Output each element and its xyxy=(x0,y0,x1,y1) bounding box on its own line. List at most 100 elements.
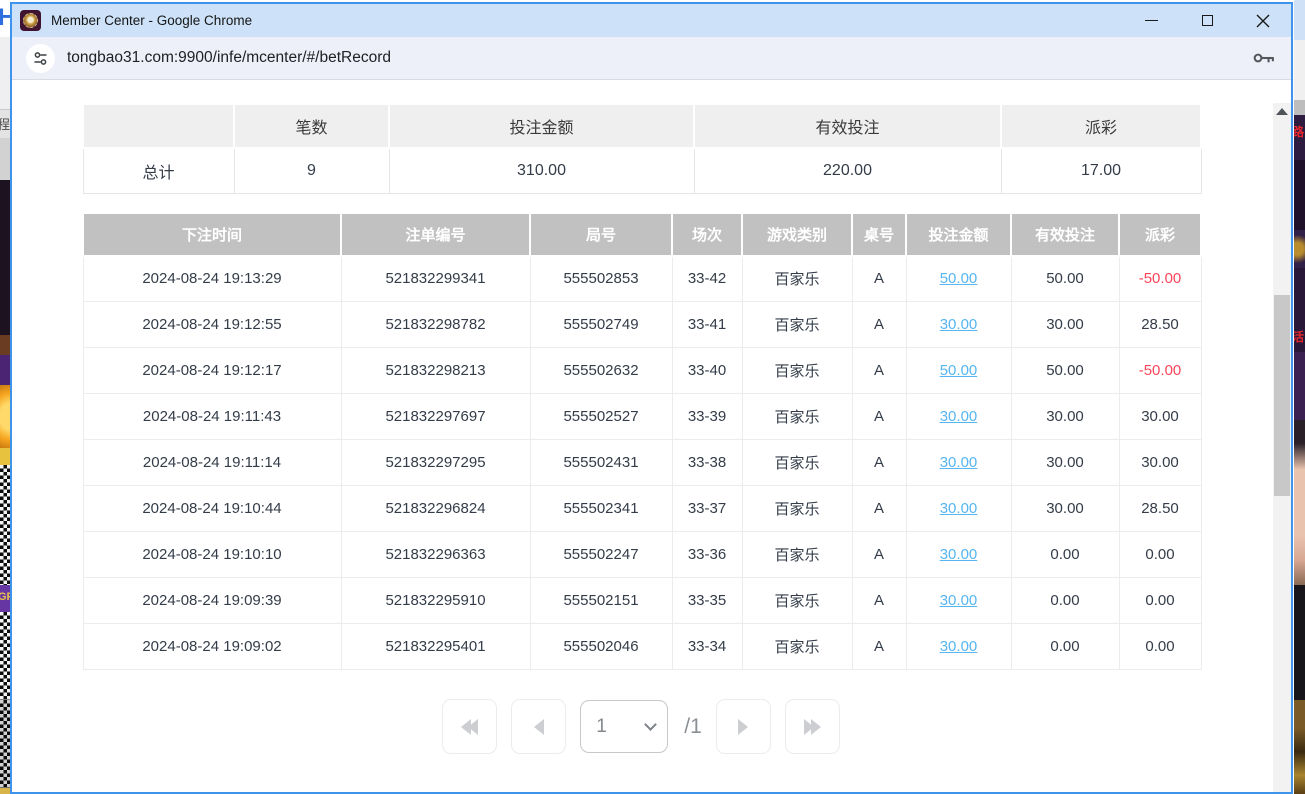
bet-table-body: 2024-08-24 19:13:29521832299341555502853… xyxy=(83,256,1201,670)
session: 33-38 xyxy=(672,440,742,486)
table-number: A xyxy=(852,532,906,578)
url-text[interactable]: tongbao31.com:9900/infe/mcenter/#/betRec… xyxy=(67,49,391,67)
session: 33-39 xyxy=(672,394,742,440)
round-number: 555502853 xyxy=(530,256,672,302)
bet-number: 521832299341 xyxy=(341,256,530,302)
bet-header-cell: 注单编号 xyxy=(341,213,530,256)
bet-time: 2024-08-24 19:09:02 xyxy=(83,624,341,670)
scroll-up-arrow-icon[interactable] xyxy=(1276,108,1288,115)
maximize-button[interactable] xyxy=(1179,4,1235,37)
bet-row: 2024-08-24 19:12:17521832298213555502632… xyxy=(83,348,1201,394)
summary-table: 笔数投注金额有效投注派彩 总计 9 310.00 220.00 17.00 xyxy=(82,103,1202,194)
bet-time: 2024-08-24 19:12:17 xyxy=(83,348,341,394)
bet-amount-link[interactable]: 30.00 xyxy=(906,578,1011,624)
last-page-button[interactable] xyxy=(785,699,840,754)
summary-valid-bet: 220.00 xyxy=(694,148,1001,193)
payout: 0.00 xyxy=(1119,578,1201,624)
game-type: 百家乐 xyxy=(742,348,852,394)
payout: 30.00 xyxy=(1119,440,1201,486)
desktop: H 程 GF 路 活 Member Center - Google Chrome xyxy=(0,0,1305,794)
bet-header-cell: 派彩 xyxy=(1119,213,1201,256)
page-total-label: /1 xyxy=(684,715,702,739)
bet-row: 2024-08-24 19:11:43521832297697555502527… xyxy=(83,394,1201,440)
vertical-scrollbar[interactable] xyxy=(1273,103,1291,794)
site-settings-icon[interactable] xyxy=(26,44,55,73)
game-type: 百家乐 xyxy=(742,440,852,486)
valid-bet: 30.00 xyxy=(1011,302,1119,348)
round-number: 555502632 xyxy=(530,348,672,394)
payout: 0.00 xyxy=(1119,624,1201,670)
next-page-button[interactable] xyxy=(716,699,771,754)
summary-header-cell: 有效投注 xyxy=(694,104,1001,148)
bet-row: 2024-08-24 19:10:44521832296824555502341… xyxy=(83,486,1201,532)
scrollbar-thumb[interactable] xyxy=(1274,295,1290,496)
bet-amount-link[interactable]: 50.00 xyxy=(906,256,1011,302)
table-number: A xyxy=(852,394,906,440)
valid-bet: 0.00 xyxy=(1011,532,1119,578)
bet-amount-link[interactable]: 30.00 xyxy=(906,532,1011,578)
summary-header-cell xyxy=(83,104,234,148)
payout: 28.50 xyxy=(1119,302,1201,348)
double-right-arrow-icon xyxy=(804,719,821,735)
session: 33-42 xyxy=(672,256,742,302)
page-select-wrap: 1 xyxy=(580,700,668,753)
right-arrow-icon xyxy=(738,719,748,735)
bet-amount-link[interactable]: 30.00 xyxy=(906,394,1011,440)
game-type: 百家乐 xyxy=(742,302,852,348)
summary-total-label: 总计 xyxy=(83,148,234,193)
password-key-button[interactable] xyxy=(1251,45,1277,71)
bet-number: 521832297295 xyxy=(341,440,530,486)
round-number: 555502431 xyxy=(530,440,672,486)
address-bar: tongbao31.com:9900/infe/mcenter/#/betRec… xyxy=(12,37,1291,80)
close-icon xyxy=(1256,14,1270,28)
session: 33-34 xyxy=(672,624,742,670)
double-left-arrow-icon xyxy=(461,719,478,735)
session: 33-35 xyxy=(672,578,742,624)
bet-number: 521832296824 xyxy=(341,486,530,532)
summary-bet-amount: 310.00 xyxy=(389,148,694,193)
bet-row: 2024-08-24 19:13:29521832299341555502853… xyxy=(83,256,1201,302)
bet-amount-link[interactable]: 30.00 xyxy=(906,624,1011,670)
close-button[interactable] xyxy=(1235,4,1291,37)
round-number: 555502341 xyxy=(530,486,672,532)
game-type: 百家乐 xyxy=(742,256,852,302)
bet-number: 521832297697 xyxy=(341,394,530,440)
round-number: 555502151 xyxy=(530,578,672,624)
page-select[interactable]: 1 xyxy=(580,700,668,753)
table-number: A xyxy=(852,578,906,624)
bet-header-cell: 下注时间 xyxy=(83,213,341,256)
table-number: A xyxy=(852,624,906,670)
round-number: 555502247 xyxy=(530,532,672,578)
background-char-left: 程 xyxy=(0,114,10,133)
payout: 0.00 xyxy=(1119,532,1201,578)
bet-header-cell: 投注金额 xyxy=(906,213,1011,256)
bet-amount-link[interactable]: 30.00 xyxy=(906,302,1011,348)
payout: 30.00 xyxy=(1119,394,1201,440)
prev-page-button[interactable] xyxy=(511,699,566,754)
valid-bet: 0.00 xyxy=(1011,578,1119,624)
first-page-button[interactable] xyxy=(442,699,497,754)
bet-time: 2024-08-24 19:12:55 xyxy=(83,302,341,348)
bet-time: 2024-08-24 19:11:43 xyxy=(83,394,341,440)
site-favicon-icon xyxy=(20,10,41,31)
game-type: 百家乐 xyxy=(742,532,852,578)
bet-row: 2024-08-24 19:12:55521832298782555502749… xyxy=(83,302,1201,348)
bet-amount-link[interactable]: 30.00 xyxy=(906,486,1011,532)
bet-number: 521832295401 xyxy=(341,624,530,670)
key-icon xyxy=(1251,45,1277,71)
game-type: 百家乐 xyxy=(742,486,852,532)
bet-amount-link[interactable]: 30.00 xyxy=(906,440,1011,486)
window-titlebar[interactable]: Member Center - Google Chrome xyxy=(12,4,1291,37)
browser-window: Member Center - Google Chrome tongbao31.… xyxy=(10,2,1293,794)
table-number: A xyxy=(852,486,906,532)
bet-row: 2024-08-24 19:09:02521832295401555502046… xyxy=(83,624,1201,670)
minimize-button[interactable] xyxy=(1123,4,1179,37)
summary-count: 9 xyxy=(234,148,389,193)
window-title: Member Center - Google Chrome xyxy=(51,13,252,28)
bet-amount-link[interactable]: 50.00 xyxy=(906,348,1011,394)
tune-icon xyxy=(32,50,49,67)
bet-time: 2024-08-24 19:11:14 xyxy=(83,440,341,486)
summary-header-cell: 派彩 xyxy=(1001,104,1201,148)
minimize-icon xyxy=(1145,20,1158,21)
table-number: A xyxy=(852,348,906,394)
